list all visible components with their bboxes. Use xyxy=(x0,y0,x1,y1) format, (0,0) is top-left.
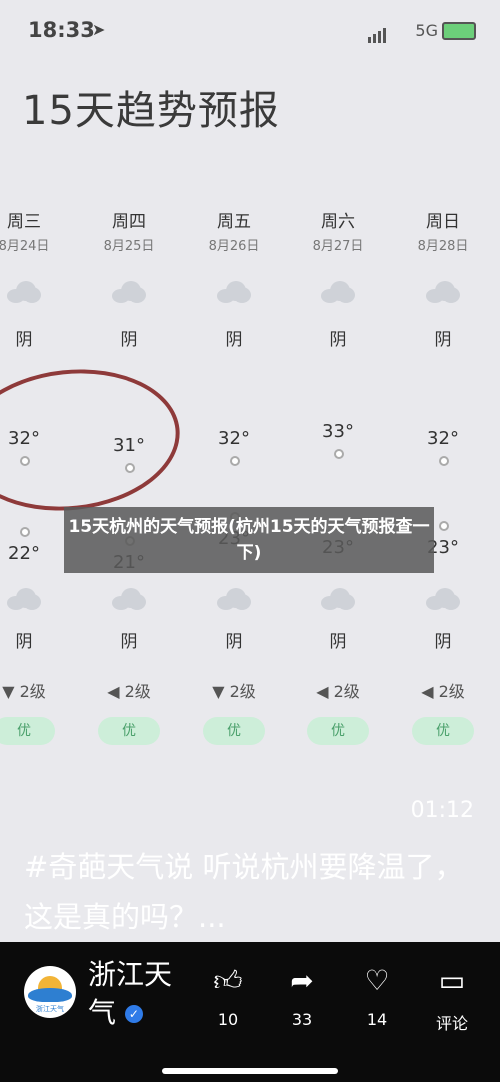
like-button[interactable]: 👍︎ 10 xyxy=(198,962,258,1029)
low-temp-dot xyxy=(20,527,30,537)
high-temp: 33° xyxy=(322,421,354,442)
battery-icon xyxy=(442,22,476,40)
logo-text: 浙江天气 xyxy=(36,1005,64,1013)
day-condition: 阴 xyxy=(225,330,243,350)
clock: 18:33 xyxy=(28,18,95,42)
forecast-day: 周三 xyxy=(7,212,41,232)
forecast-date: 8月27日 xyxy=(312,239,364,254)
share-count: 33 xyxy=(291,1010,313,1029)
cloud-icon xyxy=(112,281,146,303)
share-arrow-icon: ➦ xyxy=(290,964,314,997)
forecast-day: 周五 xyxy=(217,212,251,232)
heart-icon: ♡ xyxy=(364,964,390,997)
hand-drawn-circle xyxy=(0,358,187,522)
air-quality-badge: 优 xyxy=(412,717,474,745)
speech-bubble-icon: ▭ xyxy=(438,964,466,997)
cloud-icon xyxy=(7,281,41,303)
high-temp: 32° xyxy=(427,428,459,449)
day-condition: 阴 xyxy=(434,330,452,350)
high-temp: 32° xyxy=(218,428,250,449)
air-quality-badge: 优 xyxy=(0,717,55,745)
account-avatar[interactable]: 浙江天气 xyxy=(24,966,76,1018)
video-caption[interactable]: #奇葩天气说 听说杭州要降温了，这是真的吗？... xyxy=(24,842,474,942)
wave-icon xyxy=(28,988,72,1002)
status-bar: 18:33 ➤ 5G xyxy=(0,18,500,48)
wind-level: ▼ 2级 xyxy=(212,682,256,701)
network-type: 5G xyxy=(415,21,438,40)
day-condition: 阴 xyxy=(15,330,33,350)
video-duration: 01:12 xyxy=(410,798,474,823)
favorite-count: 14 xyxy=(366,1010,388,1029)
cloud-icon xyxy=(321,281,355,303)
cloud-icon xyxy=(217,281,251,303)
air-quality-badge: 优 xyxy=(307,717,369,745)
cloud-icon xyxy=(426,281,460,303)
high-temp-dot xyxy=(230,456,240,466)
location-arrow-icon: ➤ xyxy=(92,20,106,39)
low-temp-dot xyxy=(439,521,449,531)
cloud-icon xyxy=(426,588,460,610)
night-condition: 阴 xyxy=(329,632,347,652)
cloud-icon xyxy=(217,588,251,610)
cloud-icon xyxy=(321,588,355,610)
cloud-icon xyxy=(7,588,41,610)
page-title: 15天趋势预报 xyxy=(22,88,280,134)
high-temp-dot xyxy=(334,449,344,459)
thumbs-up-icon: 👍︎ xyxy=(213,964,243,997)
wind-level: ▼ 2级 xyxy=(2,682,46,701)
night-condition: 阴 xyxy=(15,632,33,652)
comment-label: 评论 xyxy=(435,1014,468,1033)
night-condition: 阴 xyxy=(434,632,452,652)
signal-icon xyxy=(368,24,388,43)
air-quality-badge: 优 xyxy=(203,717,265,745)
forecast-date: 8月26日 xyxy=(208,239,260,254)
wind-level: ◀ 2级 xyxy=(107,682,151,701)
forecast-date: 8月24日 xyxy=(0,239,50,254)
wind-level: ◀ 2级 xyxy=(316,682,360,701)
comment-button[interactable]: ▭ 评论 xyxy=(422,962,482,1034)
verified-icon: ✓ xyxy=(124,1005,143,1023)
night-condition: 阴 xyxy=(120,632,138,652)
forecast-day: 周六 xyxy=(321,212,355,232)
wind-level: ◀ 2级 xyxy=(421,682,465,701)
night-condition: 阴 xyxy=(225,632,243,652)
forecast-date: 8月28日 xyxy=(417,239,469,254)
high-temp-dot xyxy=(439,456,449,466)
forecast-day: 周日 xyxy=(426,212,460,232)
home-indicator xyxy=(162,1068,338,1074)
share-button[interactable]: ➦ 33 xyxy=(272,962,332,1029)
account-name[interactable]: 浙江天气 ✓ xyxy=(88,956,188,1032)
day-condition: 阴 xyxy=(120,330,138,350)
cloud-icon xyxy=(112,588,146,610)
air-quality-badge: 优 xyxy=(98,717,160,745)
bottom-action-bar: 浙江天气 浙江天气 ✓ 👍︎ 10 ➦ 33 ♡ 14 ▭ 评论 xyxy=(0,942,500,1082)
favorite-button[interactable]: ♡ 14 xyxy=(347,962,407,1029)
forecast-day: 周四 xyxy=(112,212,146,232)
day-condition: 阴 xyxy=(329,330,347,350)
forecast-date: 8月25日 xyxy=(103,239,155,254)
article-title-banner: 15天杭州的天气预报(杭州15天的天气预报查一下) xyxy=(64,507,434,573)
like-count: 10 xyxy=(217,1010,239,1029)
